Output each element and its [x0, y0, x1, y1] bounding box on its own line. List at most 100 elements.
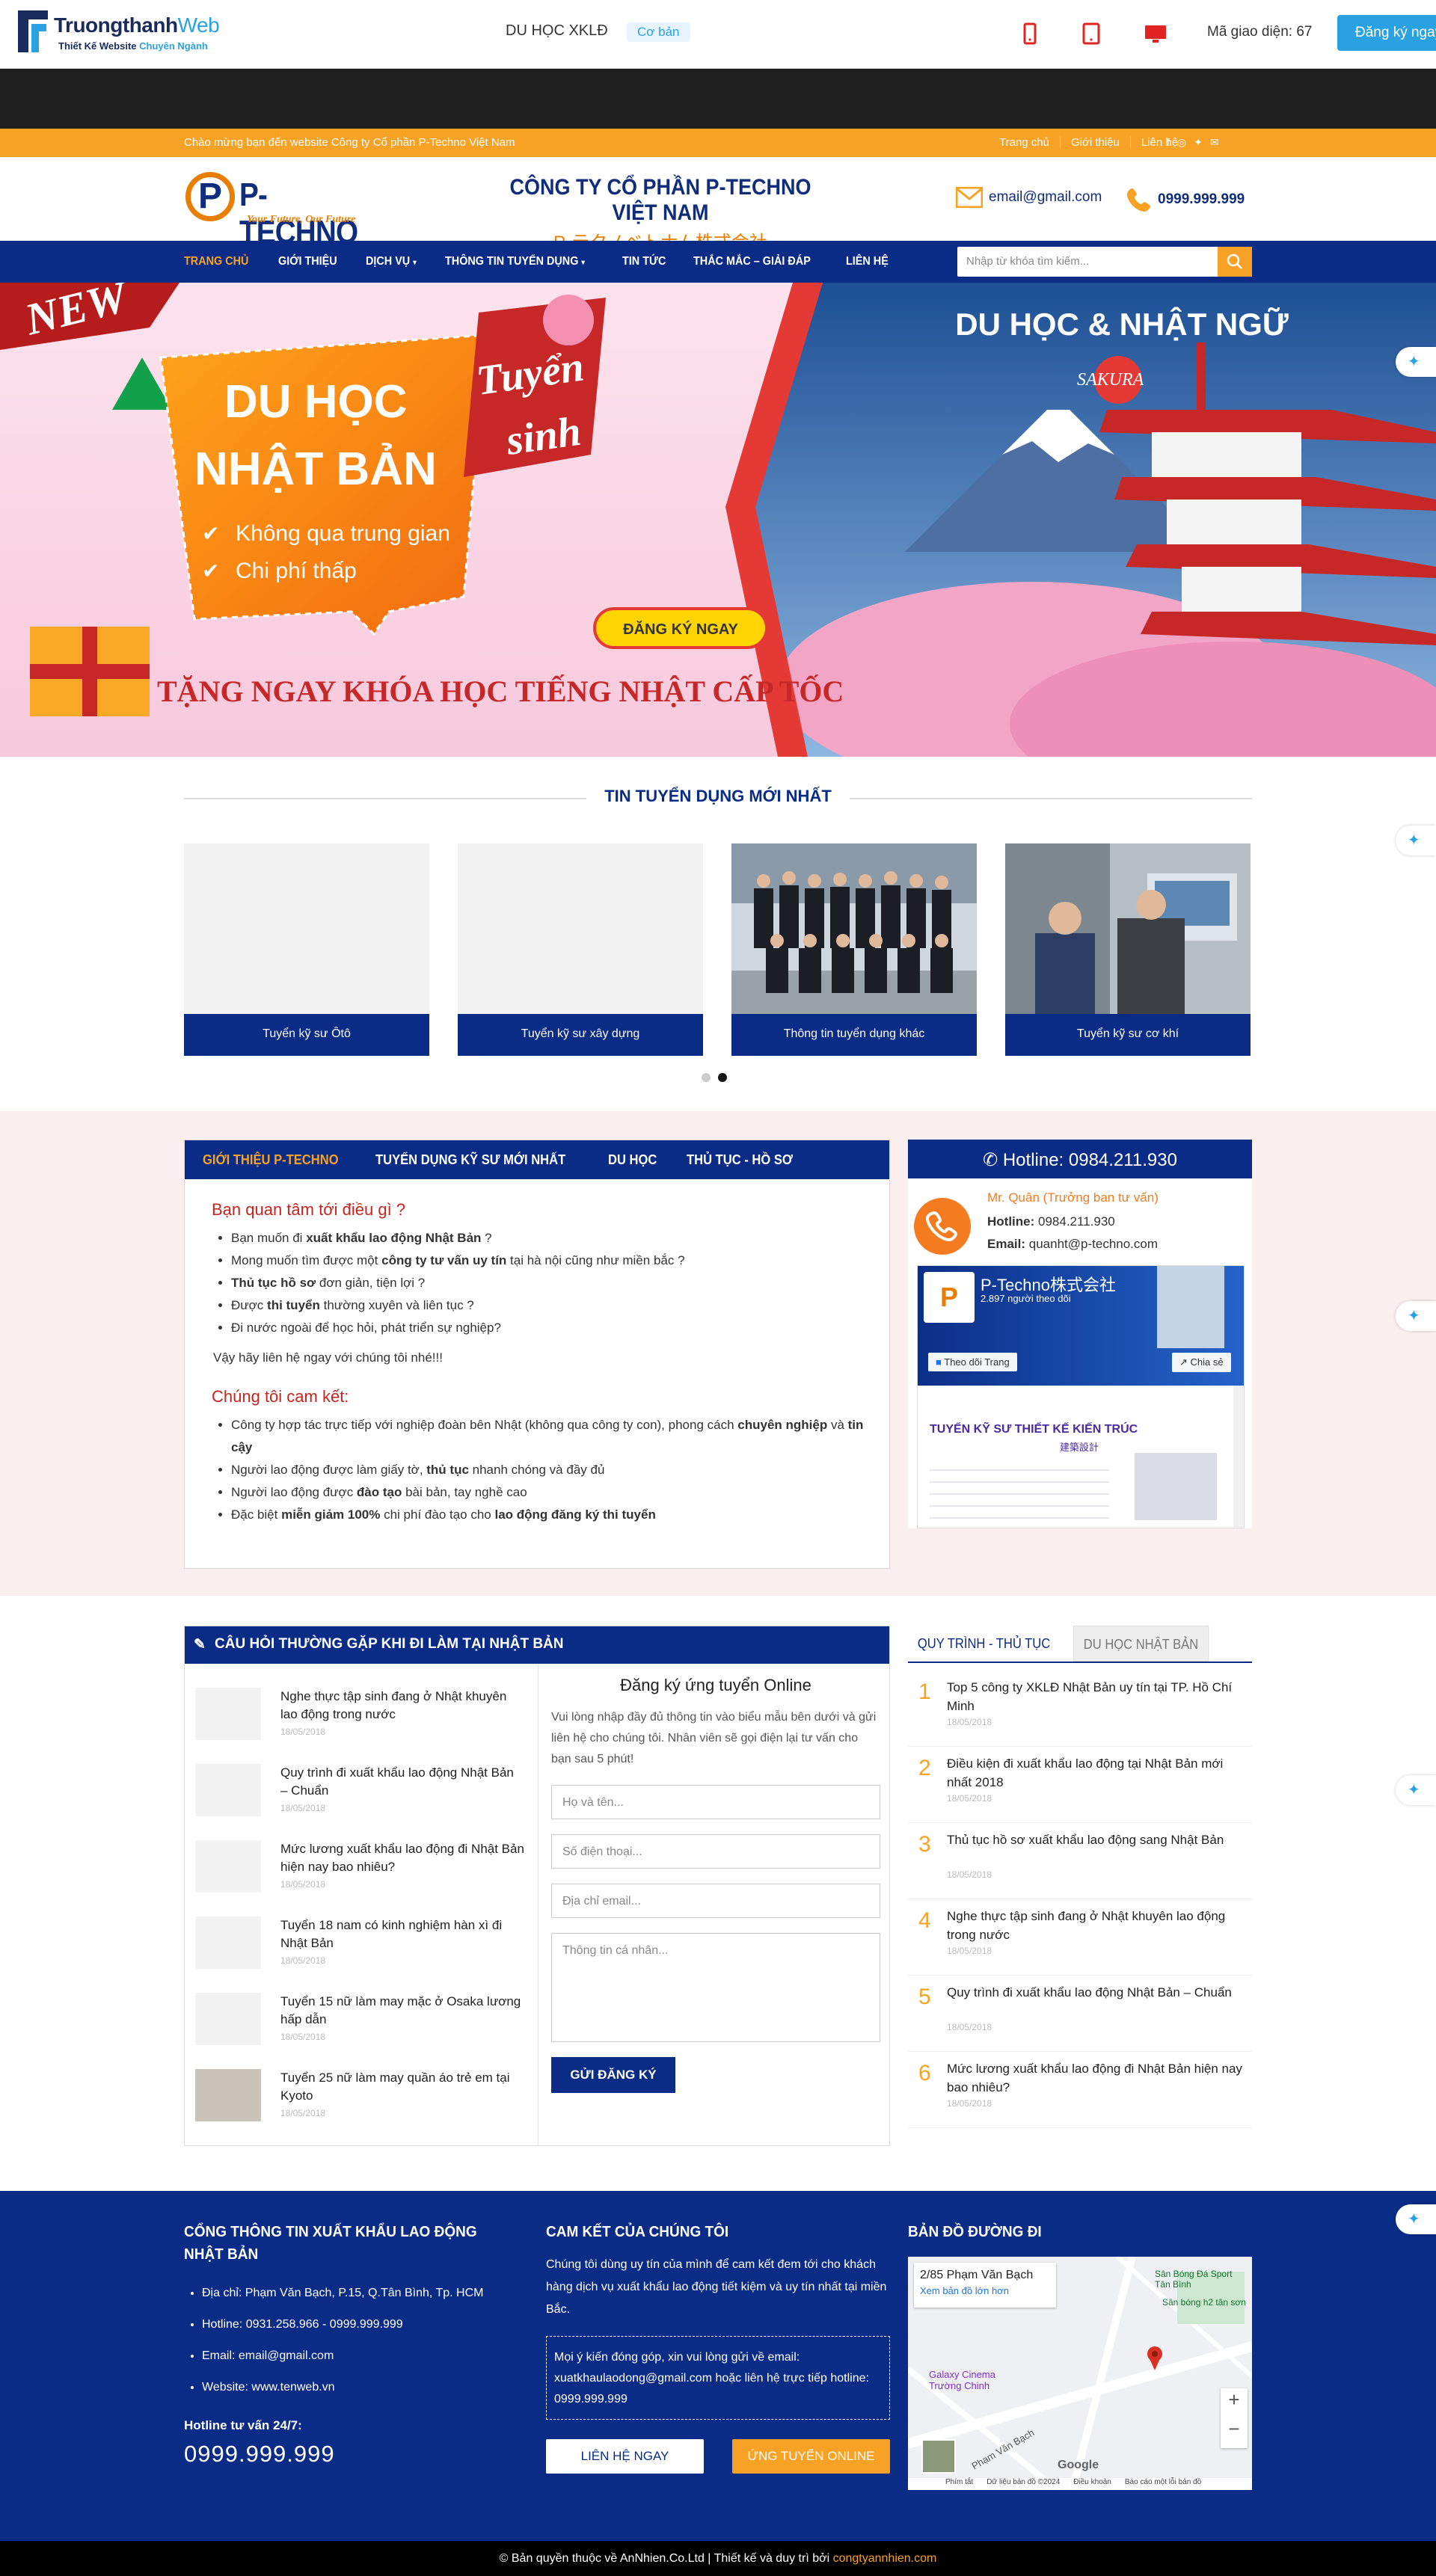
post-thumbnail [195, 1840, 261, 1893]
top-links: Trang chủ Giới thiệu Liên hệ [989, 136, 1188, 149]
nav-news[interactable]: TIN TỨC [622, 255, 666, 268]
zoom-out-button[interactable]: − [1221, 2417, 1248, 2441]
phone-icon [1127, 188, 1150, 212]
svg-text:✔: ✔ [202, 559, 219, 582]
hero-banner[interactable]: DU HỌC & NHẬT NGỮ SAKURA NEW DU HỌC NHẬT… [0, 283, 1436, 757]
list-item: Đi nước ngoài để học hỏi, phát triển sự … [231, 1317, 870, 1339]
fb-scrollbar[interactable] [1233, 1386, 1244, 1528]
list-item[interactable]: 2 Điều kiện đi xuất khẩu lao động tại Nhậ… [908, 1747, 1252, 1823]
truongthanhweb-logo[interactable]: TruongthanhWeb Thiết Kế Website Chuyên N… [16, 9, 220, 55]
share-icon: ↗ [1179, 1356, 1188, 1368]
pencil-icon: ✎ [194, 1637, 206, 1653]
satellite-toggle[interactable] [921, 2439, 956, 2474]
name-field[interactable]: Họ và tên... [551, 1785, 880, 1819]
tab-about[interactable]: GIỚI THIỆU P-TECHNO [203, 1152, 339, 1168]
list-item: Công ty hợp tác trực tiếp với nghiệp đoà… [231, 1414, 870, 1459]
mobile-view-icon[interactable] [1016, 19, 1044, 48]
job-caption: Tuyển kỹ sư cơ khí [1005, 1014, 1251, 1056]
register-button[interactable]: Đăng ký ngay [1337, 15, 1436, 51]
tab-engineer-jobs[interactable]: TUYỂN DỤNG KỸ SƯ MỚI NHẤT [375, 1152, 565, 1168]
email-field[interactable]: Địa chỉ email... [551, 1884, 880, 1918]
group-photo [731, 843, 977, 1014]
list-item[interactable]: 5 Quy trình đi xuất khẩu lao động Nhật Bả… [908, 1976, 1252, 2052]
facebook-icon[interactable]: f [1167, 136, 1170, 149]
list-item[interactable]: Mức lương xuất khẩu lao động đi Nhật Bản… [195, 1840, 524, 1905]
site-header: P P-TECHNO Your Future, Our Future CÔNG … [0, 157, 1436, 253]
desktop-view-icon[interactable] [1141, 19, 1170, 48]
consultant-email[interactable]: Email: quanht@p-techno.com [987, 1237, 1158, 1252]
designer-link[interactable]: congtyannhien.com [833, 2552, 937, 2565]
post-thumbnail [195, 1764, 261, 1816]
job-card[interactable]: Tuyển kỹ sư Ôtô [184, 843, 429, 1056]
about-tab-content: Bạn quan tâm tới điều gì ? Bạn muốn đi x… [212, 1200, 870, 1526]
post-thumbnail [195, 1688, 261, 1740]
slider-dot-active[interactable] [718, 1073, 727, 1082]
list-item[interactable]: 6 Mức lương xuất khẩu lao động đi Nhật Bả… [908, 2052, 1252, 2128]
nav-about[interactable]: GIỚI THIỆU [278, 255, 337, 268]
info-textarea[interactable]: Thông tin cá nhân... [551, 1933, 880, 2042]
top-info-bar: Chào mừng bạn đến website Công ty Cổ phầ… [0, 129, 1436, 157]
slider-dot[interactable] [702, 1073, 711, 1082]
slider-dots [702, 1073, 727, 1082]
phone-field[interactable]: Số điện thoại... [551, 1834, 880, 1869]
job-card[interactable]: Tuyển kỹ sư xây dựng [458, 843, 703, 1056]
fb-follow-button[interactable]: ■ Theo dõi Trang [928, 1353, 1017, 1371]
contact-now-button[interactable]: LIÊN HỆ NGAY [546, 2439, 704, 2474]
top-link-home[interactable]: Trang chủ [989, 136, 1061, 149]
tab-procedure[interactable]: QUY TRÌNH - THỦ TỤC [908, 1626, 1060, 1662]
twitter-icon[interactable]: ✦ [1194, 136, 1203, 149]
floating-widget-icon[interactable]: ✦ [1396, 826, 1436, 855]
consultant-hotline: Hotline: 0984.211.930 [987, 1214, 1115, 1229]
floating-widget-icon[interactable]: ✦ [1396, 2204, 1436, 2234]
tab-study-japan[interactable]: DU HỌC NHẬT BẢN [1073, 1626, 1209, 1662]
floating-widget-icon[interactable]: ✦ [1396, 347, 1436, 377]
submit-button[interactable]: GỬI ĐĂNG KÝ [551, 2057, 675, 2093]
list-item[interactable]: 4 Nghe thực tập sinh đang ở Nhật khuyên l… [908, 1899, 1252, 1976]
nav-jobs[interactable]: THÔNG TIN TUYỂN DỤNG ▾ [445, 255, 585, 268]
procedure-tabs: QUY TRÌNH - THỦ TỤC DU HỌC NHẬT BẢN [908, 1626, 1252, 1663]
fb-share-button[interactable]: ↗ Chia sẻ [1172, 1353, 1231, 1372]
nav-home[interactable]: TRANG CHỦ [184, 255, 248, 268]
fb-cover: P P-Techno株式会社 2.897 người theo dõi ■ Th… [918, 1266, 1244, 1386]
footer-website[interactable]: Website: www.tenweb.vn [202, 2372, 513, 2403]
footer-hotline: Hotline: 0931.258.966 - 0999.999.999 [202, 2309, 513, 2340]
header-email[interactable]: email@gmail.com [956, 187, 1102, 208]
instagram-icon[interactable]: ◎ [1177, 136, 1186, 149]
nav-services[interactable]: DỊCH VỤ ▾ [366, 255, 417, 268]
floating-widget-icon[interactable]: ✦ [1396, 1301, 1436, 1331]
list-item[interactable]: Tuyển 25 nữ làm may quần áo trẻ em tại K… [195, 2069, 524, 2133]
search-input[interactable]: Nhập từ khóa tìm kiếm... [957, 247, 1252, 277]
list-item[interactable]: Nghe thực tập sinh đang ở Nhật khuyên la… [195, 1688, 524, 1752]
mail-icon[interactable]: ✉ [1210, 136, 1219, 149]
ptechno-logo[interactable]: P P-TECHNO Your Future, Our Future [184, 170, 393, 250]
floating-widget-icon[interactable]: ✦ [1396, 1775, 1436, 1805]
footer-map: BẢN ĐỒ ĐƯỜNG ĐI [908, 2221, 1252, 2243]
footer-heading: BẢN ĐỒ ĐƯỜNG ĐI [908, 2224, 1042, 2240]
list-item[interactable]: 1 Top 5 công ty XKLĐ Nhật Bản uy tín tại … [908, 1670, 1252, 1747]
facebook-page-widget[interactable]: P P-Techno株式会社 2.897 người theo dõi ■ Th… [917, 1265, 1245, 1528]
list-item[interactable]: Tuyển 18 nam có kinh nghiệm hàn xì đi Nh… [195, 1916, 524, 1981]
list-item[interactable]: Quy trình đi xuất khẩu lao động Nhật Bản… [195, 1764, 524, 1828]
top-link-about[interactable]: Giới thiệu [1061, 136, 1131, 149]
tab-study[interactable]: DU HỌC [608, 1152, 657, 1168]
google-map[interactable]: 2/85 Phạm Văn Bạch Xem bản đồ lớn hơn Sâ… [908, 2257, 1252, 2490]
job-card[interactable]: Thông tin tuyển dụng khác [731, 843, 977, 1056]
search-button[interactable] [1218, 247, 1252, 277]
header-phone[interactable]: 0999.999.999 [1126, 187, 1245, 212]
nav-contact[interactable]: LIÊN HỆ [846, 255, 889, 268]
list-item[interactable]: 3 Thủ tục hồ sơ xuất khẩu lao động sang N… [908, 1823, 1252, 1899]
about-tabs: GIỚI THIỆU P-TECHNO TUYỂN DỤNG KỸ SƯ MỚI… [184, 1140, 890, 1569]
zoom-in-button[interactable]: + [1221, 2388, 1248, 2411]
tablet-view-icon[interactable] [1077, 19, 1105, 48]
nav-faq[interactable]: THẮC MẮC – GIẢI ĐÁP [693, 255, 811, 268]
map-larger-link[interactable]: Xem bản đồ lớn hơn [920, 2285, 1050, 2296]
tab-procedures[interactable]: THỦ TỤC - HỒ SƠ [687, 1152, 793, 1168]
hotline-header[interactable]: ✆ Hotline: 0984.211.930 [908, 1140, 1252, 1178]
apply-online-button[interactable]: ỨNG TUYỂN ONLINE [732, 2439, 890, 2474]
job-card[interactable]: Tuyển kỹ sư cơ khí [1005, 843, 1251, 1056]
google-logo: Google [1058, 2459, 1099, 2471]
list-item[interactable]: Tuyển 15 nữ làm may mặc ở Osaka lương hấ… [195, 1993, 524, 2057]
footer-email[interactable]: Email: email@gmail.com [202, 2340, 513, 2372]
hotline-number[interactable]: 0999.999.999 [184, 2441, 513, 2468]
footer-heading: CỔNG THÔNG TIN XUẤT KHẨU LAO ĐỘNG NHẬT B… [184, 2224, 477, 2263]
